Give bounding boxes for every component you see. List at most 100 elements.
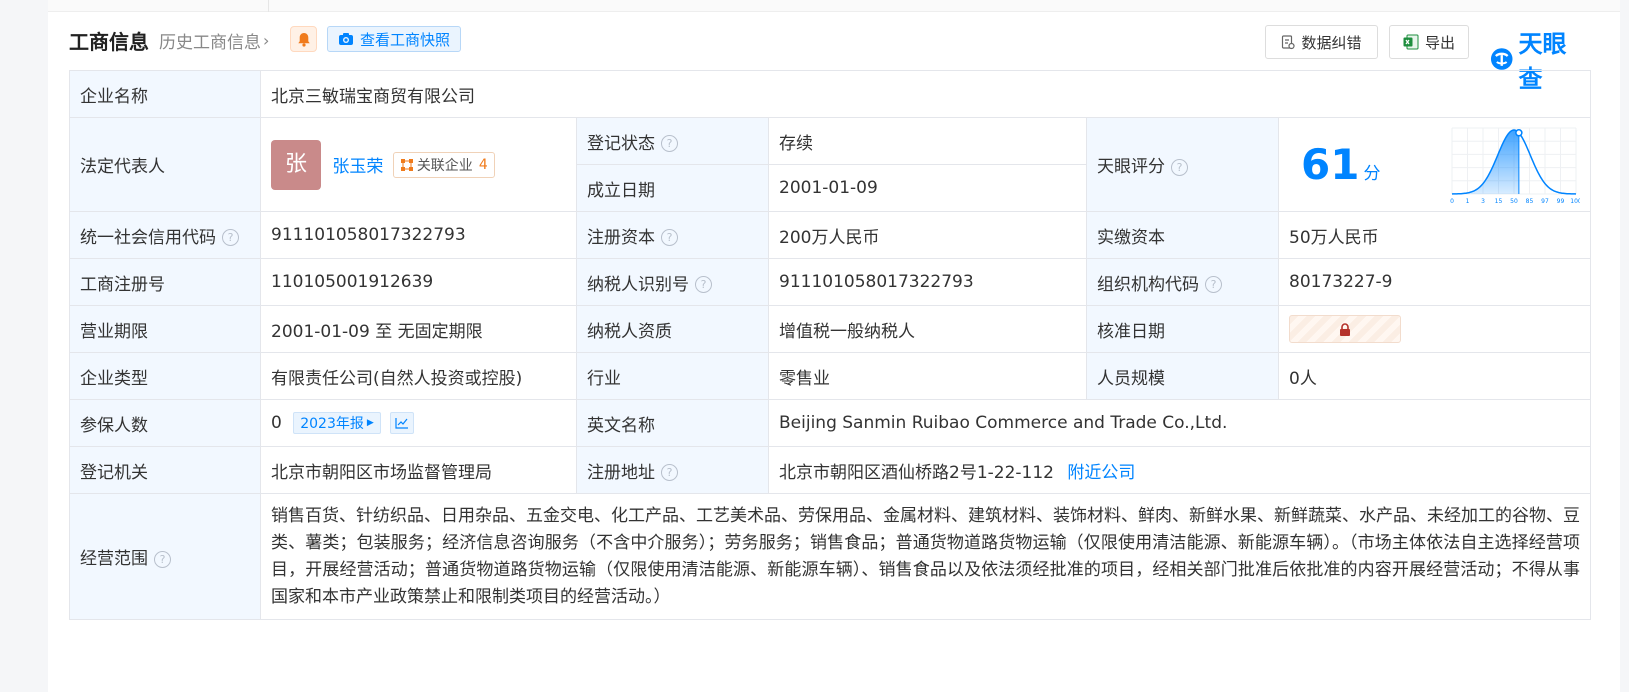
label-reg-capital: 注册资本? — [576, 211, 769, 259]
reg-authority-value: 北京市朝阳区市场监督管理局 — [260, 446, 577, 494]
snapshot-label: 查看工商快照 — [360, 30, 451, 49]
avatar[interactable]: 张 — [271, 139, 321, 190]
history-info-link[interactable]: 历史工商信息 › — [159, 28, 269, 53]
help-icon[interactable]: ? — [1171, 158, 1188, 176]
score-chart-tick-label: 99 — [1557, 198, 1565, 205]
insured-cell: 0 2023年报 ▶ — [260, 399, 577, 447]
table-row: 经营范围? 销售百货、针纺织品、日用杂品、五金交电、化工产品、工艺美术品、劳保用… — [69, 493, 1591, 620]
tianyancha-logo-icon — [1490, 48, 1513, 70]
table-row: 法定代表人 张 张玉荣 关联企业 4 登记状态? 存续 天眼评分? 61 分 0… — [69, 117, 1591, 212]
scope-value: 销售百货、针纺织品、日用杂品、五金交电、化工产品、工艺美术品、劳保用品、金属材料… — [260, 493, 1591, 620]
nearby-companies-link[interactable]: 附近公司 — [1067, 463, 1135, 483]
label-reg-status-text: 登记状态 — [587, 133, 655, 154]
legal-rep-name-link[interactable]: 张玉荣 — [332, 157, 383, 177]
top-strip — [48, 0, 1620, 12]
tianyan-score-value: 61 — [1301, 140, 1360, 189]
credit-code-value: 911101058017322793 — [260, 211, 577, 259]
history-info-label: 历史工商信息 — [159, 33, 261, 53]
locked-approval-date[interactable] — [1289, 315, 1401, 343]
label-taxpayer-id: 纳税人识别号? — [576, 258, 769, 306]
label-org-code-text: 组织机构代码 — [1097, 274, 1199, 295]
excel-icon — [1403, 34, 1419, 50]
label-taxpayer-id-text: 纳税人识别号 — [587, 274, 689, 295]
label-credit-code-text: 统一社会信用代码 — [80, 227, 216, 248]
label-reg-number: 工商注册号 — [69, 258, 261, 306]
staff-size-value: 0人 — [1278, 352, 1591, 400]
data-correct-label: 数据纠错 — [1301, 33, 1362, 52]
reg-status-value: 存续 — [768, 117, 1087, 165]
label-founded: 成立日期 — [576, 164, 769, 212]
score-chart-tick-label: 97 — [1541, 198, 1549, 205]
english-name-value: Beijing Sanmin Ruibao Commerce and Trade… — [768, 399, 1591, 447]
label-approval-date: 核准日期 — [1086, 305, 1279, 353]
score-distribution-chart: 0 1 3 15 50 85 97 99 100 — [1450, 127, 1580, 205]
label-tianyan-score: 天眼评分? — [1086, 117, 1279, 212]
label-reg-address-text: 注册地址 — [587, 462, 655, 483]
lock-icon — [1340, 323, 1350, 336]
insured-trend-button[interactable] — [390, 412, 415, 434]
label-paid-capital: 实缴资本 — [1086, 211, 1279, 259]
export-label: 导出 — [1424, 33, 1455, 52]
label-tianyan-score-text: 天眼评分 — [1097, 157, 1165, 177]
help-icon[interactable]: ? — [661, 464, 678, 481]
label-english-name: 英文名称 — [576, 399, 769, 447]
label-company-type: 企业类型 — [69, 352, 261, 400]
insured-value: 0 — [271, 413, 282, 433]
score-chart-tick-label: 15 — [1495, 198, 1503, 205]
related-companies-count: 4 — [478, 156, 488, 173]
label-scope-text: 经营范围 — [80, 549, 148, 569]
section-title: 工商信息 — [69, 30, 149, 54]
caret-right-icon: ▶ — [366, 418, 374, 428]
reg-number-value: 110105001912639 — [260, 258, 577, 306]
bell-icon — [297, 32, 310, 47]
chevron-right-icon: › — [263, 31, 270, 50]
label-company-name: 企业名称 — [69, 70, 261, 118]
paid-capital-value: 50万人民币 — [1278, 211, 1591, 259]
org-code-value: 80173227-9 — [1278, 258, 1591, 306]
monitor-bell-button[interactable] — [290, 26, 317, 52]
insured-year-label: 2023年报 — [300, 416, 364, 432]
approval-date-cell — [1278, 305, 1591, 353]
help-icon[interactable]: ? — [661, 229, 678, 246]
term-value: 2001-01-09 至 无固定期限 — [260, 305, 577, 353]
label-term: 营业期限 — [69, 305, 261, 353]
industry-value: 零售业 — [768, 352, 1087, 400]
table-row: 统一社会信用代码? 911101058017322793 注册资本? 200万人… — [69, 211, 1591, 259]
help-icon[interactable]: ? — [222, 229, 239, 246]
snapshot-button[interactable]: 查看工商快照 — [327, 26, 462, 52]
label-insured: 参保人数 — [69, 399, 261, 447]
label-org-code: 组织机构代码? — [1086, 258, 1279, 306]
related-network-icon — [400, 158, 413, 171]
reg-capital-value: 200万人民币 — [768, 211, 1087, 259]
table-row: 参保人数 0 2023年报 ▶ 英文名称 Beijing Sanmin Ruib… — [69, 399, 1591, 447]
table-row: 企业类型 有限责任公司(自然人投资或控股) 行业 零售业 人员规模 0人 — [69, 352, 1591, 400]
label-taxpayer-qual: 纳税人资质 — [576, 305, 769, 353]
business-info-table: 企业名称 北京三敏瑞宝商贸有限公司 法定代表人 张 张玉荣 关联企业 4 登记状… — [69, 70, 1591, 620]
table-row: 登记机关 北京市朝阳区市场监督管理局 注册地址? 北京市朝阳区酒仙桥路2号1-2… — [69, 446, 1591, 494]
help-icon[interactable]: ? — [661, 135, 678, 152]
score-chart-tick-label: 100 — [1570, 198, 1580, 205]
company-name-value: 北京三敏瑞宝商贸有限公司 — [260, 70, 1591, 118]
label-reg-authority: 登记机关 — [69, 446, 261, 494]
related-companies-label: 关联企业 — [416, 157, 473, 174]
label-scope: 经营范围? — [69, 493, 261, 620]
label-reg-capital-text: 注册资本 — [587, 227, 655, 248]
legal-rep-cell: 张 张玉荣 关联企业 4 — [260, 117, 577, 212]
founded-value: 2001-01-09 — [768, 164, 1087, 212]
label-reg-address: 注册地址? — [576, 446, 769, 494]
table-row: 营业期限 2001-01-09 至 无固定期限 纳税人资质 增值税一般纳税人 核… — [69, 305, 1591, 353]
tianyan-score-cell[interactable]: 61 分 0 1 3 15 50 85 97 99 100 — [1278, 117, 1591, 212]
help-icon[interactable]: ? — [154, 550, 171, 568]
data-correct-button[interactable]: 数据纠错 — [1265, 25, 1378, 59]
company-type-value: 有限责任公司(自然人投资或控股) — [260, 352, 577, 400]
help-icon[interactable]: ? — [1205, 276, 1222, 293]
export-button[interactable]: 导出 — [1389, 25, 1469, 59]
score-chart-tick-label: 1 — [1466, 198, 1470, 205]
related-companies-button[interactable]: 关联企业 4 — [392, 151, 495, 178]
help-icon[interactable]: ? — [695, 276, 712, 293]
score-chart-tick-label: 85 — [1526, 198, 1534, 205]
insured-year-dropdown[interactable]: 2023年报 ▶ — [293, 412, 381, 434]
label-credit-code: 统一社会信用代码? — [69, 211, 261, 259]
taxpayer-qual-value: 增值税一般纳税人 — [768, 305, 1087, 353]
reg-address-cell: 北京市朝阳区酒仙桥路2号1-22-112 附近公司 — [768, 446, 1591, 494]
